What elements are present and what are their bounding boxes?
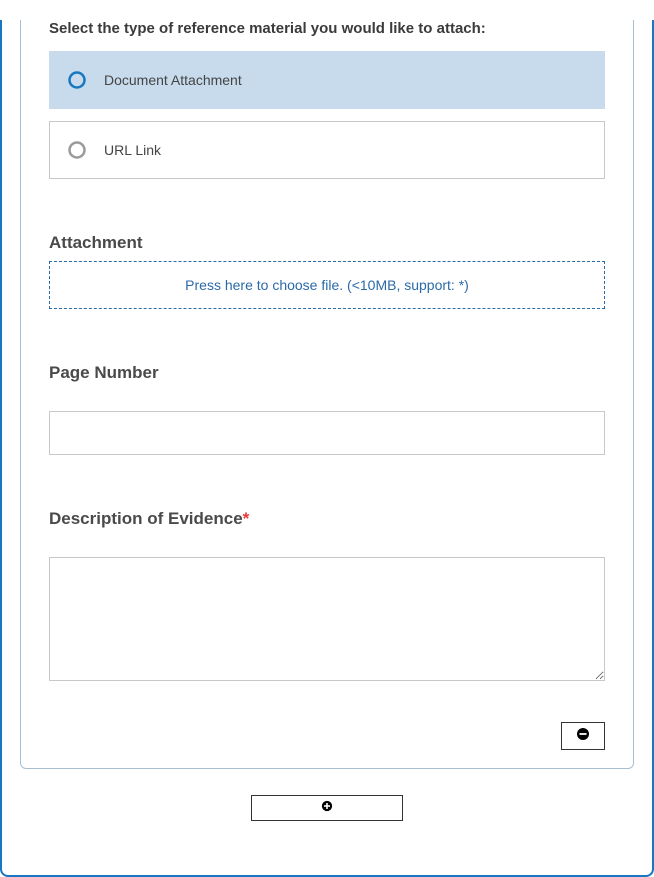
description-label-text: Description of Evidence bbox=[49, 509, 243, 528]
reference-type-title: Select the type of reference material yo… bbox=[49, 20, 605, 37]
minus-circle-icon bbox=[576, 727, 590, 746]
radio-unselected-icon bbox=[68, 141, 86, 159]
add-button-row bbox=[20, 795, 634, 821]
radio-option-document[interactable]: Document Attachment bbox=[49, 51, 605, 109]
description-textarea[interactable] bbox=[49, 557, 605, 681]
add-button[interactable] bbox=[251, 795, 403, 821]
file-dropzone[interactable]: Press here to choose file. (<10MB, suppo… bbox=[49, 261, 605, 309]
radio-selected-icon bbox=[68, 71, 86, 89]
outer-panel: Select the type of reference material yo… bbox=[0, 20, 654, 877]
radio-label: URL Link bbox=[104, 142, 161, 158]
remove-button[interactable] bbox=[561, 722, 605, 750]
inner-panel: Select the type of reference material yo… bbox=[20, 20, 634, 769]
plus-circle-icon bbox=[321, 799, 333, 817]
attachment-label: Attachment bbox=[49, 233, 605, 253]
page-number-input[interactable] bbox=[49, 411, 605, 455]
page-number-label: Page Number bbox=[49, 363, 605, 383]
radio-option-url[interactable]: URL Link bbox=[49, 121, 605, 179]
description-label: Description of Evidence* bbox=[49, 509, 605, 529]
remove-button-row bbox=[49, 722, 605, 750]
dropzone-text: Press here to choose file. (<10MB, suppo… bbox=[185, 277, 469, 293]
radio-label: Document Attachment bbox=[104, 72, 242, 88]
required-mark: * bbox=[243, 509, 250, 528]
